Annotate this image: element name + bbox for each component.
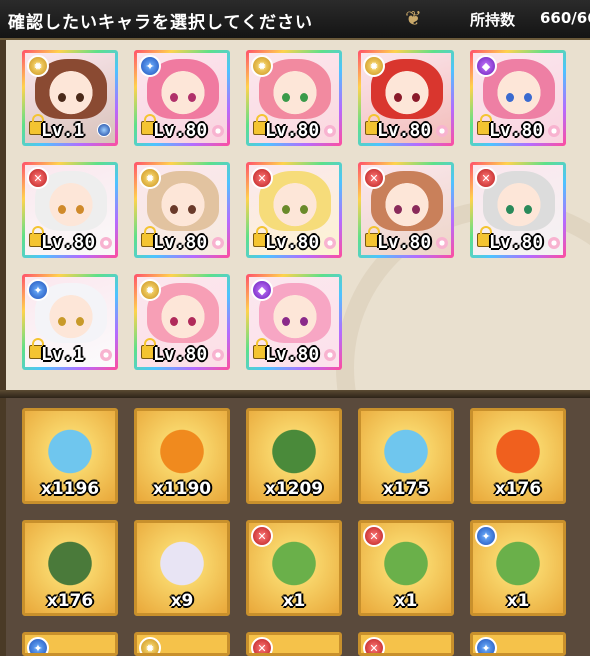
character-level: Lv.80 (377, 232, 432, 253)
flower-icon (548, 237, 560, 249)
flower-icon (324, 125, 336, 137)
red-attribute-icon: ✕ (251, 167, 273, 189)
gem-icon (97, 123, 111, 137)
gold-attribute-icon: ✹ (139, 279, 161, 301)
gold-attribute-icon: ✹ (251, 55, 273, 77)
red-attribute-icon: ✕ (251, 525, 273, 547)
character-card[interactable]: ✹ Lv.1 (22, 50, 118, 146)
character-level: Lv.80 (265, 344, 320, 365)
material-card[interactable]: ✕ x1 (246, 520, 342, 616)
material-card[interactable]: x1190 (134, 408, 230, 504)
header-bar: 確認したいキャラを選択してください ❦ 所持数 660/660 (0, 0, 590, 40)
flower-icon (212, 237, 224, 249)
purple-attribute-icon: ◆ (251, 279, 273, 301)
material-quantity: x176 (46, 591, 94, 611)
material-card-partial[interactable]: ✕ (246, 632, 342, 656)
flower-icon (436, 125, 448, 137)
gold-attribute-icon: ✹ (139, 167, 161, 189)
character-level: Lv.80 (41, 232, 96, 253)
material-card[interactable]: x9 (134, 520, 230, 616)
blue-attribute-icon: ✦ (27, 279, 49, 301)
material-card[interactable]: ✦ x1 (470, 520, 566, 616)
flower-icon (548, 125, 560, 137)
page-title: 確認したいキャラを選択してください (8, 13, 313, 33)
blue-attribute-icon: ✦ (27, 637, 49, 653)
flower-icon (212, 125, 224, 137)
character-level: Lv.80 (377, 120, 432, 141)
material-quantity: x1196 (40, 479, 100, 499)
owned-count-label: 所持数 (470, 11, 516, 29)
material-card-partial[interactable]: ✦ (22, 632, 118, 656)
ornament-icon: ❦ (405, 6, 422, 30)
character-level: Lv.80 (489, 120, 544, 141)
character-card[interactable]: ✕ Lv.80 (470, 162, 566, 258)
material-quantity: x1 (394, 591, 418, 611)
character-card[interactable]: ◆ Lv.80 (470, 50, 566, 146)
character-card[interactable]: ✹ Lv.80 (134, 162, 230, 258)
character-level: Lv.80 (153, 120, 208, 141)
material-card[interactable]: x1209 (246, 408, 342, 504)
red-attribute-icon: ✕ (251, 637, 273, 653)
red-attribute-icon: ✕ (363, 637, 385, 653)
character-level: Lv.80 (265, 120, 320, 141)
character-card[interactable]: ✦ Lv.80 (134, 50, 230, 146)
material-card[interactable]: ✕ x1 (358, 520, 454, 616)
gold-attribute-icon: ✹ (139, 637, 161, 653)
section-divider (0, 390, 590, 398)
material-quantity: x1209 (264, 479, 324, 499)
character-level: Lv.1 (41, 120, 85, 141)
character-card[interactable]: ✦ Lv.1 (22, 274, 118, 370)
blue-attribute-icon: ✦ (475, 525, 497, 547)
material-quantity: x175 (382, 479, 430, 499)
flower-icon (100, 237, 112, 249)
flower-icon (436, 237, 448, 249)
flower-icon (212, 349, 224, 361)
red-attribute-icon: ✕ (27, 167, 49, 189)
flower-icon (324, 237, 336, 249)
material-card-partial[interactable]: ✦ (470, 632, 566, 656)
character-card[interactable]: ✕ Lv.80 (22, 162, 118, 258)
material-card[interactable]: x175 (358, 408, 454, 504)
material-card[interactable]: x1196 (22, 408, 118, 504)
material-card-partial[interactable]: ✕ (358, 632, 454, 656)
owned-count-value: 660/660 (540, 9, 590, 27)
purple-attribute-icon: ◆ (475, 55, 497, 77)
red-attribute-icon: ✕ (363, 167, 385, 189)
material-quantity: x9 (170, 591, 194, 611)
material-card[interactable]: x176 (22, 520, 118, 616)
flower-icon (100, 349, 112, 361)
material-quantity: x176 (494, 479, 542, 499)
blue-attribute-icon: ✦ (139, 55, 161, 77)
red-attribute-icon: ✕ (475, 167, 497, 189)
material-quantity: x1190 (152, 479, 212, 499)
blue-attribute-icon: ✦ (475, 637, 497, 653)
character-level: Lv.80 (153, 344, 208, 365)
material-card[interactable]: x176 (470, 408, 566, 504)
character-level: Lv.1 (41, 344, 85, 365)
red-attribute-icon: ✕ (363, 525, 385, 547)
character-card[interactable]: ✹ Lv.80 (246, 50, 342, 146)
flower-icon (324, 349, 336, 361)
character-card[interactable]: ◆ Lv.80 (246, 274, 342, 370)
character-level: Lv.80 (265, 232, 320, 253)
character-level: Lv.80 (153, 232, 208, 253)
character-level: Lv.80 (489, 232, 544, 253)
character-card[interactable]: ✹ Lv.80 (358, 50, 454, 146)
character-card[interactable]: ✹ Lv.80 (134, 274, 230, 370)
gold-attribute-icon: ✹ (363, 55, 385, 77)
character-card[interactable]: ✕ Lv.80 (358, 162, 454, 258)
gold-attribute-icon: ✹ (27, 55, 49, 77)
material-quantity: x1 (282, 591, 306, 611)
material-quantity: x1 (506, 591, 530, 611)
character-card[interactable]: ✕ Lv.80 (246, 162, 342, 258)
material-card-partial[interactable]: ✹ (134, 632, 230, 656)
